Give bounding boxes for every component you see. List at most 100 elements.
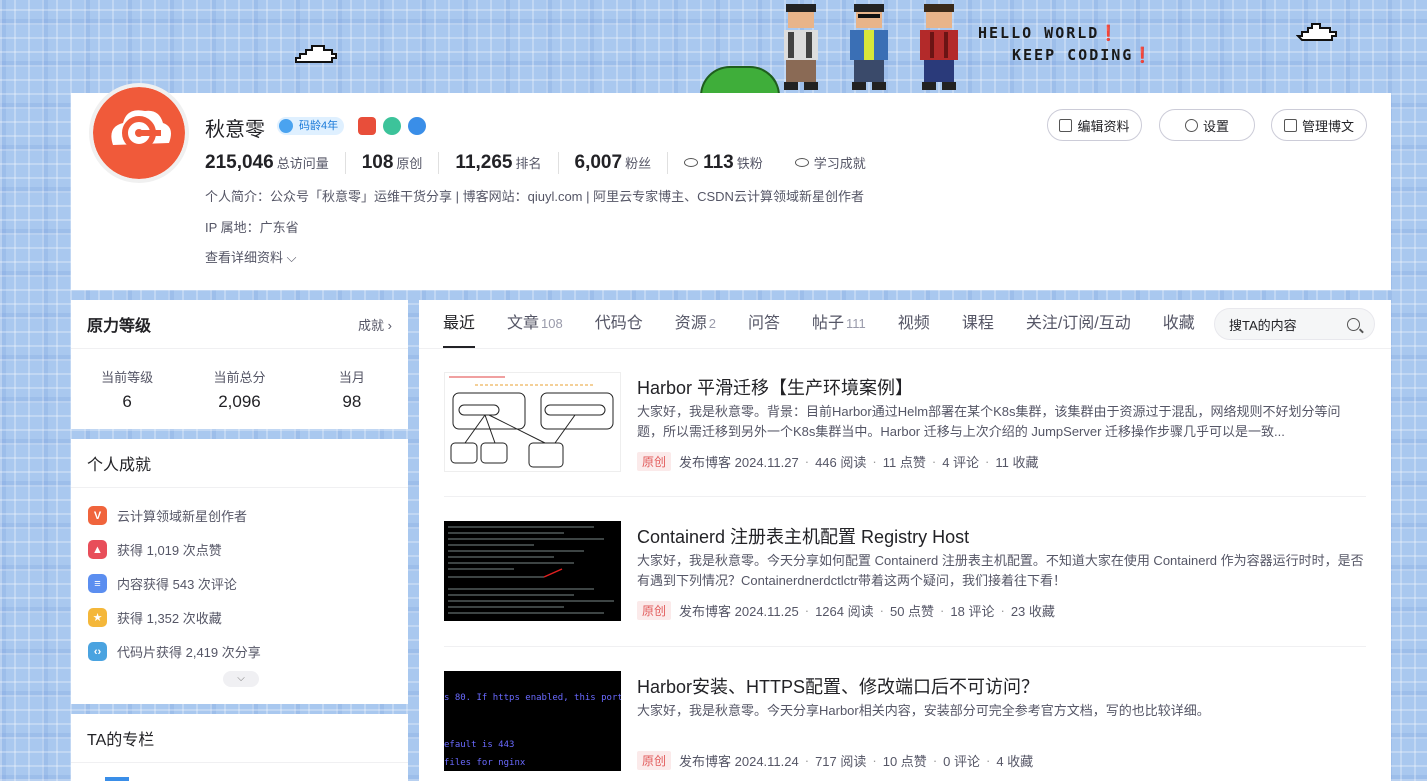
column-card: TA的专栏 xyxy=(71,714,408,781)
content-tabs: 最近 文章 108 代码仓 资源 2 问答 帖子 111 视频 课程 关注/订阅/互动… xyxy=(443,300,1227,348)
article-thumbnail[interactable]: s 80. If https enabled, this port wi efa… xyxy=(444,671,621,771)
article-item[interactable]: Harbor 平滑迁移【生产环境案例】 大家好，我是秋意零。背景：目前Harbo… xyxy=(444,372,1366,482)
achievement-item: ★ 获得 1,352 次收藏 xyxy=(88,608,222,627)
level-month: 当月 98 xyxy=(296,367,408,412)
stat-label: 粉丝 xyxy=(625,156,652,171)
article-likes: 11 点赞 xyxy=(882,455,926,470)
meta-separator: · xyxy=(872,454,877,469)
chevron-down-icon: ⌵ xyxy=(283,250,297,265)
level-card: 原力等级 成就 › 当前等级 6 当前总分 2,096 当月 98 xyxy=(71,300,408,429)
pixel-cloud-left xyxy=(290,42,342,71)
chevron-right-icon: › xyxy=(384,317,392,333)
terminal-line: files for nginx xyxy=(444,758,526,768)
tab-favorites[interactable]: 收藏 xyxy=(1163,300,1195,348)
level-total: 当前总分 2,096 xyxy=(183,367,295,412)
document-icon xyxy=(1283,118,1297,132)
article-item[interactable]: Containerd 注册表主机配置 Registry Host 大家好，我是秋… xyxy=(444,521,1366,631)
level-stats: 当前等级 6 当前总分 2,096 当月 98 xyxy=(71,349,408,412)
article-item[interactable]: s 80. If https enabled, this port wi efa… xyxy=(444,671,1366,781)
article-favs: 11 收藏 xyxy=(995,455,1039,470)
tab-label: 视频 xyxy=(897,315,930,332)
achievement-text: 云计算领域新星创作者 xyxy=(117,509,248,524)
meta-separator: · xyxy=(931,454,937,469)
chevron-down-icon: ⌵ xyxy=(237,673,245,684)
article-title[interactable]: Harbor 平滑迁移【生产环境案例】 xyxy=(637,374,913,400)
edit-profile-button[interactable]: 编辑资料 xyxy=(1047,109,1142,141)
gender-badge-icon[interactable] xyxy=(408,117,426,135)
stat-rank[interactable]: 11,265 排名 xyxy=(438,152,557,174)
level-value: 6 xyxy=(122,392,132,411)
tab-videos[interactable]: 视频 xyxy=(898,300,930,348)
learning-achievement-link[interactable]: 学习成就 xyxy=(779,153,882,172)
achievement-text: 获得 1,352 次收藏 xyxy=(117,611,222,626)
pixel-cloud-right xyxy=(1295,22,1340,49)
article-date: 发布博客 2024.11.27 xyxy=(679,455,799,470)
article-likes: 50 点赞 xyxy=(889,604,935,619)
view-details-label: 查看详细资料 xyxy=(205,250,284,265)
profile-intro: 个人简介：公众号「秋意零」运维干货分享 | 博客网站：qiuyl.com | 阿… xyxy=(205,189,864,204)
eye-icon xyxy=(794,158,809,167)
star-icon: ★ xyxy=(88,608,107,627)
achievement-link-label: 学习成就 xyxy=(813,156,866,171)
stat-label: 总访问量 xyxy=(276,156,329,171)
settings-button[interactable]: 设置 xyxy=(1159,109,1255,141)
article-meta: 原创 发布博客 2024.11.24 · 717 阅读 · 10 点赞 · 0 评论 ·… xyxy=(637,751,1033,770)
stat-original[interactable]: 108 原创 xyxy=(344,152,439,174)
stat-visits[interactable]: 215,046 总访问量 xyxy=(205,152,345,174)
meta-separator: · xyxy=(804,753,810,768)
view-details-link[interactable]: 查看详细资料 ⌵ xyxy=(205,247,296,266)
level-value: 2,096 xyxy=(218,392,261,411)
avatar[interactable] xyxy=(89,83,189,183)
article-comments: 18 评论 xyxy=(950,604,995,619)
tab-follow[interactable]: 关注/订阅/互动 xyxy=(1026,300,1131,348)
tab-code-repo[interactable]: 代码仓 xyxy=(595,300,643,348)
tab-recent[interactable]: 最近 xyxy=(443,300,476,348)
achievement-link[interactable]: 成就 › xyxy=(358,315,392,334)
profile-card: 秋意零 码龄4年 215,046 总访问量 108 原创 11,265 排名 6,00… xyxy=(71,83,1391,290)
tab-count: 111 xyxy=(846,316,866,331)
tab-qa[interactable]: 问答 xyxy=(748,300,780,348)
code-age-icon xyxy=(279,119,293,133)
article-thumbnail[interactable] xyxy=(444,372,621,472)
stat-fans[interactable]: 6,007 粉丝 xyxy=(557,152,668,174)
search-icon[interactable] xyxy=(1347,317,1360,331)
tab-posts[interactable]: 帖子 111 xyxy=(812,300,866,348)
article-comments: 4 评论 xyxy=(942,455,980,470)
article-reads: 717 阅读 xyxy=(815,754,867,769)
stat-value: 6,007 xyxy=(574,152,623,173)
article-divider xyxy=(444,646,1366,647)
meta-separator: · xyxy=(872,753,877,768)
column-thumb-icon[interactable] xyxy=(105,777,129,781)
tab-label: 最近 xyxy=(443,315,476,332)
community-badge-icon[interactable] xyxy=(383,117,401,135)
column-card-title: TA的专栏 xyxy=(87,732,155,749)
achievement-item: ‹› 代码片获得 2,419 次分享 xyxy=(88,642,261,661)
search-input[interactable]: 搜TA的内容 xyxy=(1214,308,1375,340)
article-thumbnail[interactable] xyxy=(444,521,621,621)
expand-achievements-button[interactable]: ⌵ xyxy=(223,671,259,687)
article-reads: 1264 阅读 xyxy=(815,604,874,619)
creator-badge-icon[interactable] xyxy=(358,117,376,135)
article-title[interactable]: Containerd 注册表主机配置 Registry Host xyxy=(637,523,969,549)
meta-separator: · xyxy=(932,753,938,768)
article-title[interactable]: Harbor安装、HTTPS配置、修改端口后不可访问？ xyxy=(637,673,1039,699)
column-card-header: TA的专栏 xyxy=(71,714,408,763)
meta-separator: · xyxy=(985,454,990,469)
article-reads: 446 阅读 xyxy=(815,455,867,470)
tab-articles[interactable]: 文章 108 xyxy=(507,300,563,348)
stat-iron-fans[interactable]: 113 铁粉 xyxy=(667,152,779,174)
manage-posts-button[interactable]: 管理博文 xyxy=(1271,109,1367,141)
tab-courses[interactable]: 课程 xyxy=(962,300,994,348)
edit-icon xyxy=(1059,118,1073,132)
article-date: 发布博客 2024.11.24 xyxy=(679,754,799,769)
tab-label: 收藏 xyxy=(1162,315,1195,332)
edit-label: 编辑资料 xyxy=(1077,118,1130,134)
achievements-card-header: 个人成就 xyxy=(71,439,408,488)
achievement-link-text: 成就 xyxy=(358,317,385,333)
banner-line-2: KEEP CODING❗ xyxy=(1012,46,1155,64)
level-label: 当前等级 xyxy=(101,370,154,385)
achievements-card: 个人成就 V 云计算领域新星创作者 ▲ 获得 1,019 次点赞 ≡ 内容获得 543… xyxy=(71,439,408,704)
stat-value: 215,046 xyxy=(205,152,274,173)
tab-label: 问答 xyxy=(748,315,781,332)
tab-resources[interactable]: 资源 2 xyxy=(675,300,716,348)
